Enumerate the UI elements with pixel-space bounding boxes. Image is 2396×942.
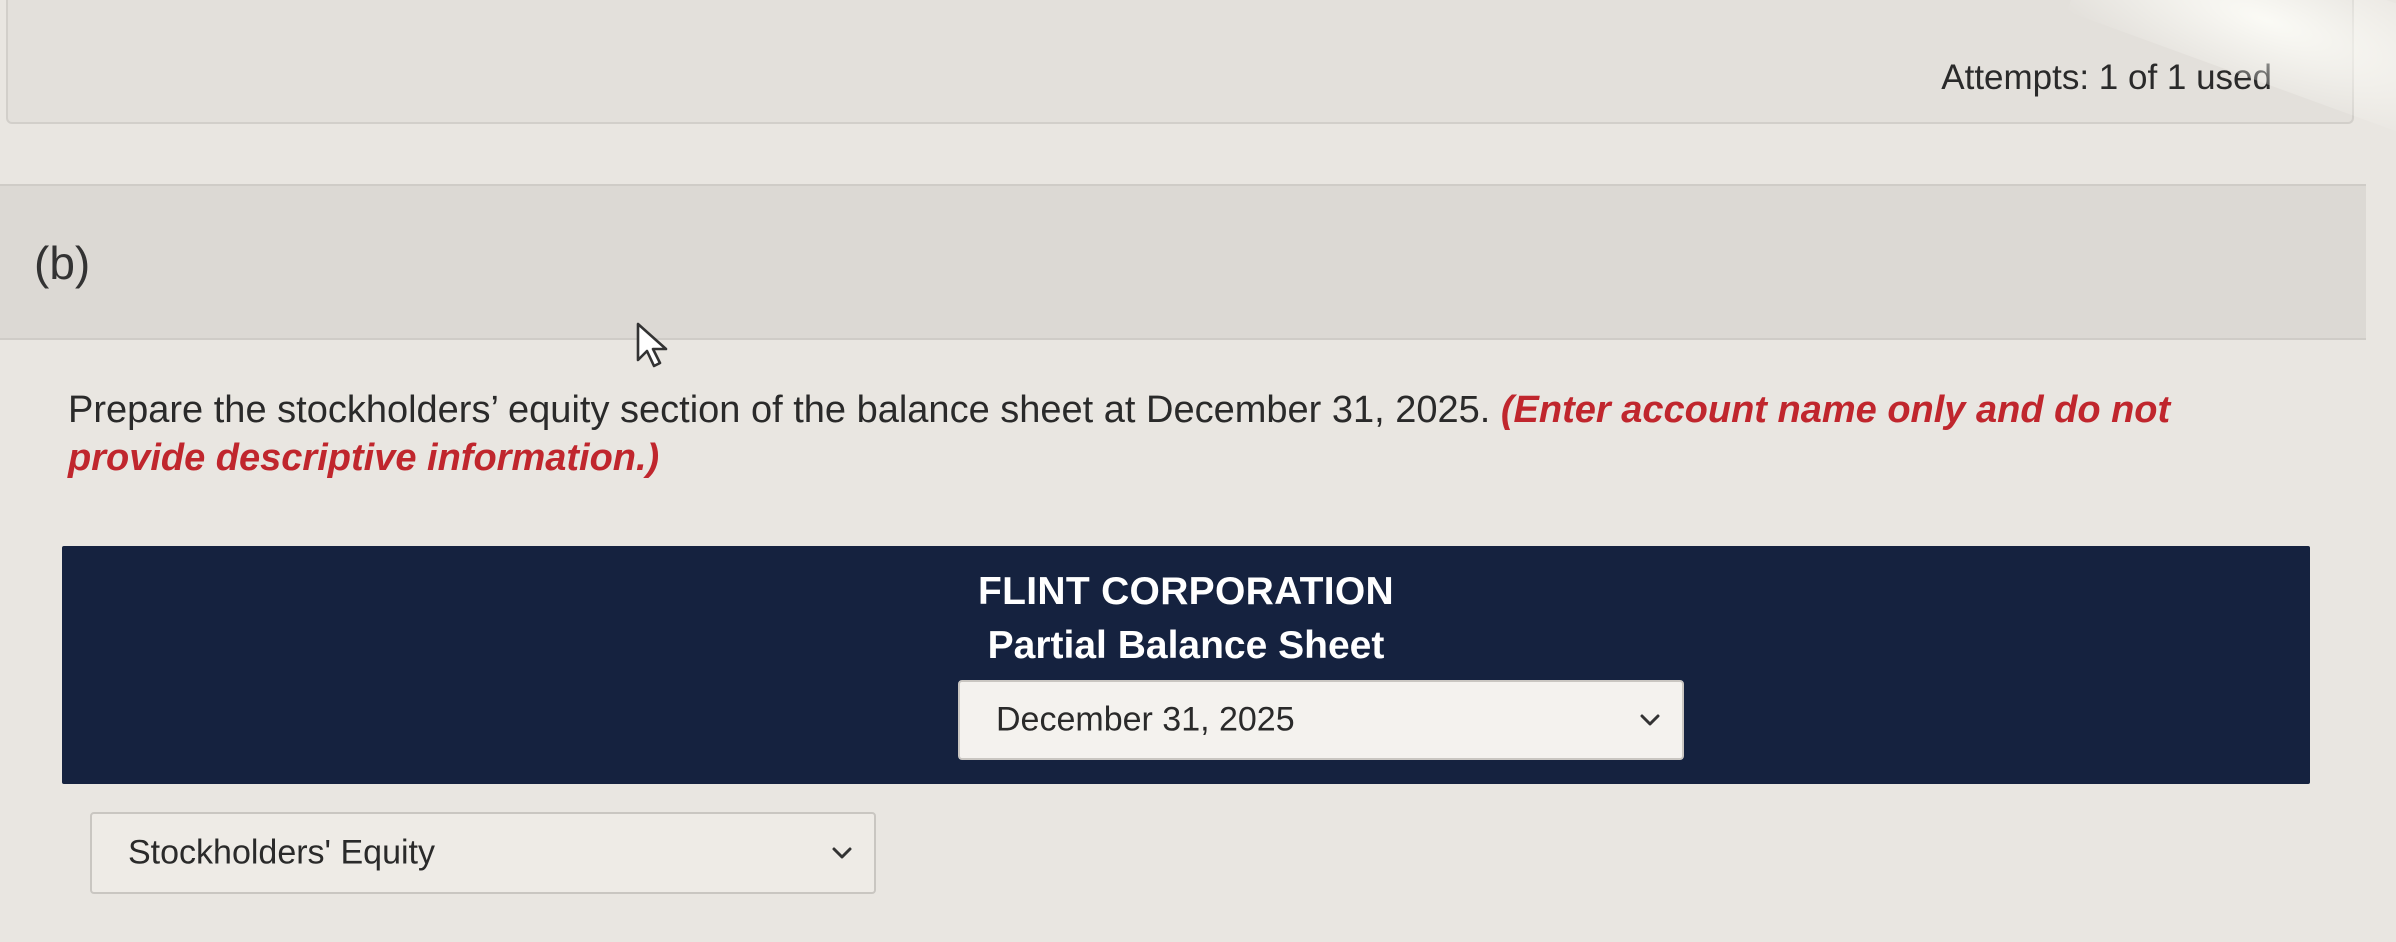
- instructions-text: Prepare the stockholders’ equity section…: [68, 389, 1501, 431]
- date-select[interactable]: December 31, 2025: [958, 680, 1684, 760]
- chevron-down-icon: [1640, 714, 1660, 726]
- section-select-value: Stockholders' Equity: [128, 833, 435, 872]
- section-select[interactable]: Stockholders' Equity: [90, 812, 876, 894]
- date-select-value: December 31, 2025: [996, 700, 1295, 739]
- cursor-arrow-icon: [636, 322, 668, 368]
- company-name: FLINT CORPORATION: [977, 570, 1394, 613]
- instructions: Prepare the stockholders’ equity section…: [68, 386, 2298, 482]
- chevron-down-icon: [832, 847, 852, 859]
- statement-title: Partial Balance Sheet: [987, 624, 1385, 667]
- part-label: (b): [34, 237, 91, 289]
- part-header: (b): [0, 184, 2366, 340]
- attempts-panel: Attempts: 1 of 1 used: [6, 0, 2354, 124]
